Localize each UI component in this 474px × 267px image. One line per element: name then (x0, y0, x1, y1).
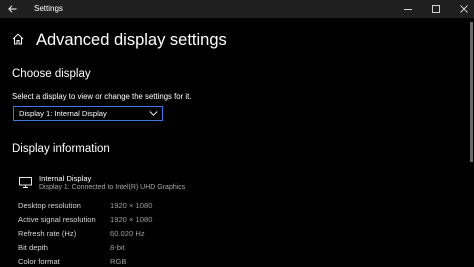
display-select-dropdown[interactable]: Display 1: Internal Display (13, 106, 163, 121)
info-row-desktop-resolution: Desktop resolution 1920 × 1080 (18, 200, 318, 212)
home-button[interactable] (12, 32, 28, 48)
info-label: Color format (18, 257, 60, 266)
info-row-refresh-rate: Refresh rate (Hz) 60.020 Hz (18, 228, 318, 240)
display-information-heading: Display information (12, 143, 110, 155)
display-connection: Display 1: Connected to Intel(R) UHD Gra… (39, 184, 186, 191)
minimize-icon (404, 9, 412, 10)
info-label: Refresh rate (Hz) (18, 229, 77, 238)
back-arrow-icon (7, 5, 16, 13)
choose-display-instruction: Select a display to view or change the s… (12, 92, 192, 101)
info-value: 60.020 Hz (110, 229, 145, 238)
info-label: Bit depth (18, 243, 48, 252)
vertical-scrollbar[interactable] (470, 22, 473, 162)
info-row-color-format: Color format RGB (18, 256, 318, 267)
info-value: RGB (110, 257, 127, 266)
close-icon (460, 5, 468, 13)
back-button[interactable] (4, 0, 20, 18)
maximize-icon (432, 5, 440, 13)
settings-window: Settings Advanced display settings Choos… (0, 0, 474, 267)
info-row-bit-depth: Bit depth 8-bit (18, 242, 318, 254)
info-value: 1920 × 1080 (110, 215, 153, 224)
close-button[interactable] (450, 0, 474, 18)
info-label: Desktop resolution (18, 201, 81, 210)
minimize-button[interactable] (394, 0, 422, 18)
title-bar: Settings (0, 0, 474, 18)
window-title: Settings (34, 4, 63, 13)
monitor-icon (19, 177, 32, 188)
page-title: Advanced display settings (36, 31, 227, 49)
info-value: 8-bit (110, 243, 125, 252)
maximize-button[interactable] (422, 0, 450, 18)
display-select-value: Display 1: Internal Display (19, 109, 107, 118)
info-row-active-signal-resolution: Active signal resolution 1920 × 1080 (18, 214, 318, 226)
choose-display-heading: Choose display (12, 68, 91, 80)
chevron-down-icon (149, 111, 158, 116)
info-value: 1920 × 1080 (110, 201, 153, 210)
home-icon (12, 33, 24, 45)
info-label: Active signal resolution (18, 215, 96, 224)
